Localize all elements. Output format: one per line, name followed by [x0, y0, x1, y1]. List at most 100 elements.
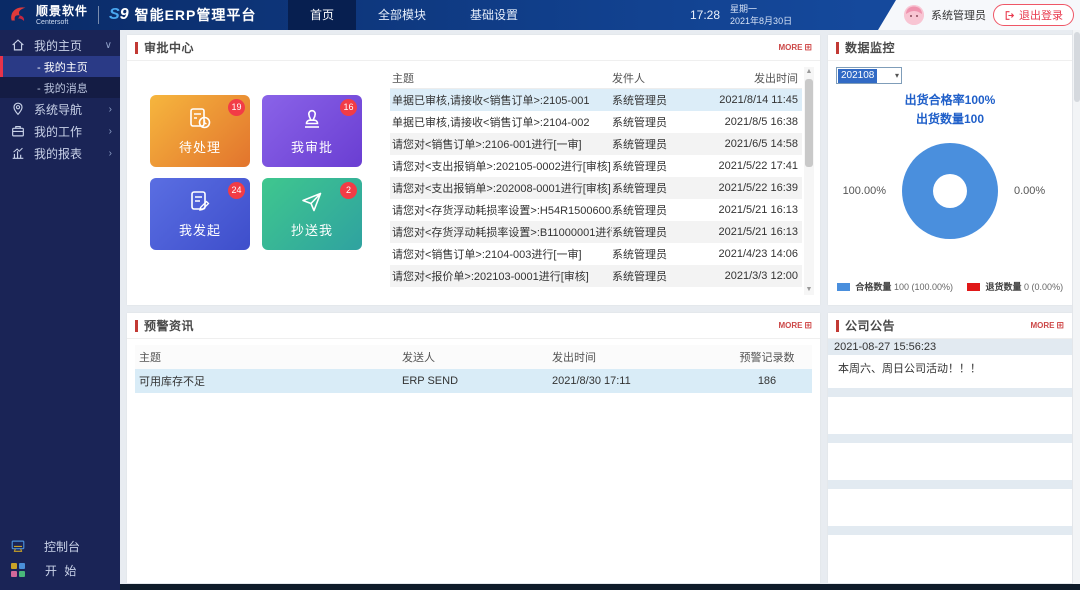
user-avatar[interactable]: [904, 5, 924, 25]
approval-panel-header: 审批中心 MORE ⊞: [127, 35, 820, 61]
approve-count-badge: 16: [340, 99, 357, 116]
tile-my-approvals[interactable]: 16 我审批: [262, 95, 362, 167]
chevron-down-icon: ∨: [105, 40, 112, 51]
row-time: 2021/4/23 14:06: [700, 248, 802, 260]
approval-more-link[interactable]: MORE ⊞: [778, 42, 812, 53]
company-notice-panel: 公司公告 MORE ⊞ 2021-08-27 15:56:23 本周六、周日公司…: [828, 313, 1072, 583]
monitor-panel-title: 数据监控: [845, 39, 895, 56]
alert-news-panel: 预警资讯 MORE ⊞ 主题 发送人 发出时间 预警记录数 可用库存不足 ERP…: [127, 313, 820, 583]
clock-time: 17:28: [690, 8, 720, 22]
approval-table: 主题 发件人 发出时间 单据已审核,请接收<销售订单>:2105-001 系统管…: [390, 67, 802, 295]
start-button[interactable]: 开 始: [0, 558, 120, 582]
tile-cc-to-me[interactable]: 2 抄送我: [262, 178, 362, 250]
table-row[interactable]: 单据已审核,请接收<销售订单>:2104-002 系统管理员 2021/8/5 …: [390, 111, 802, 133]
approval-tiles: 19 待处理 16 我审批: [150, 95, 362, 250]
notice-more-link[interactable]: MORE ⊞: [1030, 320, 1064, 331]
approval-panel-title: 审批中心: [144, 39, 194, 56]
donut-left-label: 100.00%: [830, 185, 886, 197]
chart-legend: 合格数量 100 (100.00%) 退货数量 0 (0.00%): [828, 280, 1072, 293]
tile-label: 我发起: [179, 220, 221, 239]
tile-started-by-me[interactable]: 24 我发起: [150, 178, 250, 250]
row-sender: 系统管理员: [612, 202, 700, 218]
top-header: 顺景软件 Centersoft S9 智能ERP管理平台 首页 全部模块 基础设…: [0, 0, 1080, 30]
console-label: 控制台: [44, 538, 80, 555]
table-row[interactable]: 请您对<存货浮动耗损率设置>:B11000001进行[审核] 系统管理员 202…: [390, 221, 802, 243]
row-sender: ERP SEND: [402, 375, 552, 387]
sidebar-item-my-reports[interactable]: 我的报表 ›: [0, 142, 120, 164]
page-scrollbar-thumb[interactable]: [1074, 32, 1080, 102]
title-accent-bar: [135, 42, 138, 54]
sidebar-item-system-nav[interactable]: 系统导航 ›: [0, 98, 120, 120]
table-row[interactable]: 请您对<存货浮动耗损率设置>:H54R15006002进行[审核] 系统管理员 …: [390, 199, 802, 221]
row-time: 2021/8/5 16:38: [700, 116, 802, 128]
scroll-down-icon[interactable]: ▼: [804, 285, 814, 295]
logo-divider: [98, 6, 99, 24]
row-subject: 请您对<支出报销单>:202105-0002进行[审核]: [390, 158, 612, 174]
notice-panel-title: 公司公告: [845, 317, 895, 334]
legend-item-return: 退货数量 0 (0.00%): [967, 280, 1063, 293]
table-row[interactable]: 请您对<支出报销单>:202105-0002进行[审核] 系统管理员 2021/…: [390, 155, 802, 177]
scrollbar-thumb[interactable]: [805, 79, 813, 167]
scroll-up-icon[interactable]: ▲: [804, 67, 814, 77]
row-sender: 系统管理员: [612, 114, 700, 130]
logout-button[interactable]: 退出登录: [993, 4, 1074, 26]
sidebar-subitem-my-messages[interactable]: - 我的消息: [0, 77, 120, 98]
table-row[interactable]: 请您对<报价单>:202103-0001进行[审核] 系统管理员 2021/3/…: [390, 265, 802, 287]
sidebar-item-my-work[interactable]: 我的工作 ›: [0, 120, 120, 142]
row-time: 2021/5/22 17:41: [700, 160, 802, 172]
sidebar-item-label: 我的报表: [34, 145, 82, 162]
donut-chart: [902, 143, 998, 239]
row-subject: 请您对<销售订单>:2106-001进行[一审]: [390, 136, 612, 152]
console-button[interactable]: 控制台: [0, 534, 120, 558]
notice-item-empty: [828, 526, 1072, 572]
brand-name-en: Centersoft: [36, 19, 88, 26]
row-sender: 系统管理员: [612, 224, 700, 240]
table-row[interactable]: 请您对<销售订单>:2104-003进行[一审] 系统管理员 2021/4/23…: [390, 243, 802, 265]
page-scrollbar[interactable]: [1072, 30, 1080, 590]
nav-tab-home[interactable]: 首页: [288, 0, 356, 30]
table-row[interactable]: 可用库存不足 ERP SEND 2021/8/30 17:11 186: [135, 369, 812, 393]
bottom-strip: [120, 584, 1080, 590]
col-sender: 发件人: [612, 70, 700, 86]
nav-tab-basic-settings[interactable]: 基础设置: [448, 0, 540, 30]
tile-label: 我审批: [291, 137, 333, 156]
clock-date: 星期一 2021年8月30日: [730, 3, 792, 27]
top-navigation: 首页 全部模块 基础设置: [288, 0, 540, 30]
notice-item-empty: [828, 434, 1072, 480]
notice-item[interactable]: 2021-08-27 15:56:23 本周六、周日公司活动！！！: [828, 339, 1072, 388]
chart-icon: [10, 145, 26, 161]
approval-table-scrollbar[interactable]: ▲ ▼: [804, 67, 814, 295]
sidebar-item-my-home[interactable]: 我的主页 ∨: [0, 34, 120, 56]
title-accent-bar: [836, 320, 839, 332]
more-icon: ⊞: [804, 320, 812, 331]
row-time: 2021/8/14 11:45: [700, 94, 802, 106]
table-row[interactable]: 请您对<销售订单>:2106-001进行[一审] 系统管理员 2021/6/5 …: [390, 133, 802, 155]
row-time: 2021/6/5 14:58: [700, 138, 802, 150]
nav-tab-all-modules[interactable]: 全部模块: [356, 0, 448, 30]
table-row[interactable]: 请您对<支出报销单>:202008-0001进行[审核] 系统管理员 2021/…: [390, 177, 802, 199]
monitor-kpi-text: 出货合格率100% 出货数量100: [828, 91, 1072, 129]
brand-area: 顺景软件 Centersoft S9 智能ERP管理平台: [8, 0, 256, 30]
table-row[interactable]: 单据已审核,请接收<销售订单>:2105-001 系统管理员 2021/8/14…: [390, 89, 802, 111]
period-select[interactable]: 202108 ▾: [836, 67, 902, 84]
sidebar: 我的主页 ∨ - 我的主页 - 我的消息 系统导航 › 我的工作 ›: [0, 30, 120, 590]
chevron-right-icon: ›: [109, 126, 112, 137]
main-content: 审批中心 MORE ⊞ 19 待处理: [120, 30, 1080, 590]
row-subject: 单据已审核,请接收<销售订单>:2105-001: [390, 92, 612, 108]
notice-empty-body: [828, 397, 1072, 434]
notice-empty-body: [828, 443, 1072, 480]
user-area: 系统管理员 退出登录: [904, 0, 1074, 30]
approval-table-header: 主题 发件人 发出时间: [390, 67, 802, 89]
row-sender: 系统管理员: [612, 180, 700, 196]
notice-text: 本周六、周日公司活动！！！: [828, 355, 1072, 388]
alerts-more-link[interactable]: MORE ⊞: [778, 320, 812, 331]
col-subject: 主题: [135, 349, 402, 365]
s9-product-logo: S9: [109, 6, 129, 24]
tile-pending[interactable]: 19 待处理: [150, 95, 250, 167]
col-time: 发出时间: [552, 349, 722, 365]
legend-swatch-blue: [837, 283, 850, 291]
notice-panel-header: 公司公告 MORE ⊞: [828, 313, 1072, 339]
pending-count-badge: 19: [228, 99, 245, 116]
sidebar-item-label: 我的主页: [34, 37, 82, 54]
sidebar-subitem-my-home[interactable]: - 我的主页: [0, 56, 120, 77]
